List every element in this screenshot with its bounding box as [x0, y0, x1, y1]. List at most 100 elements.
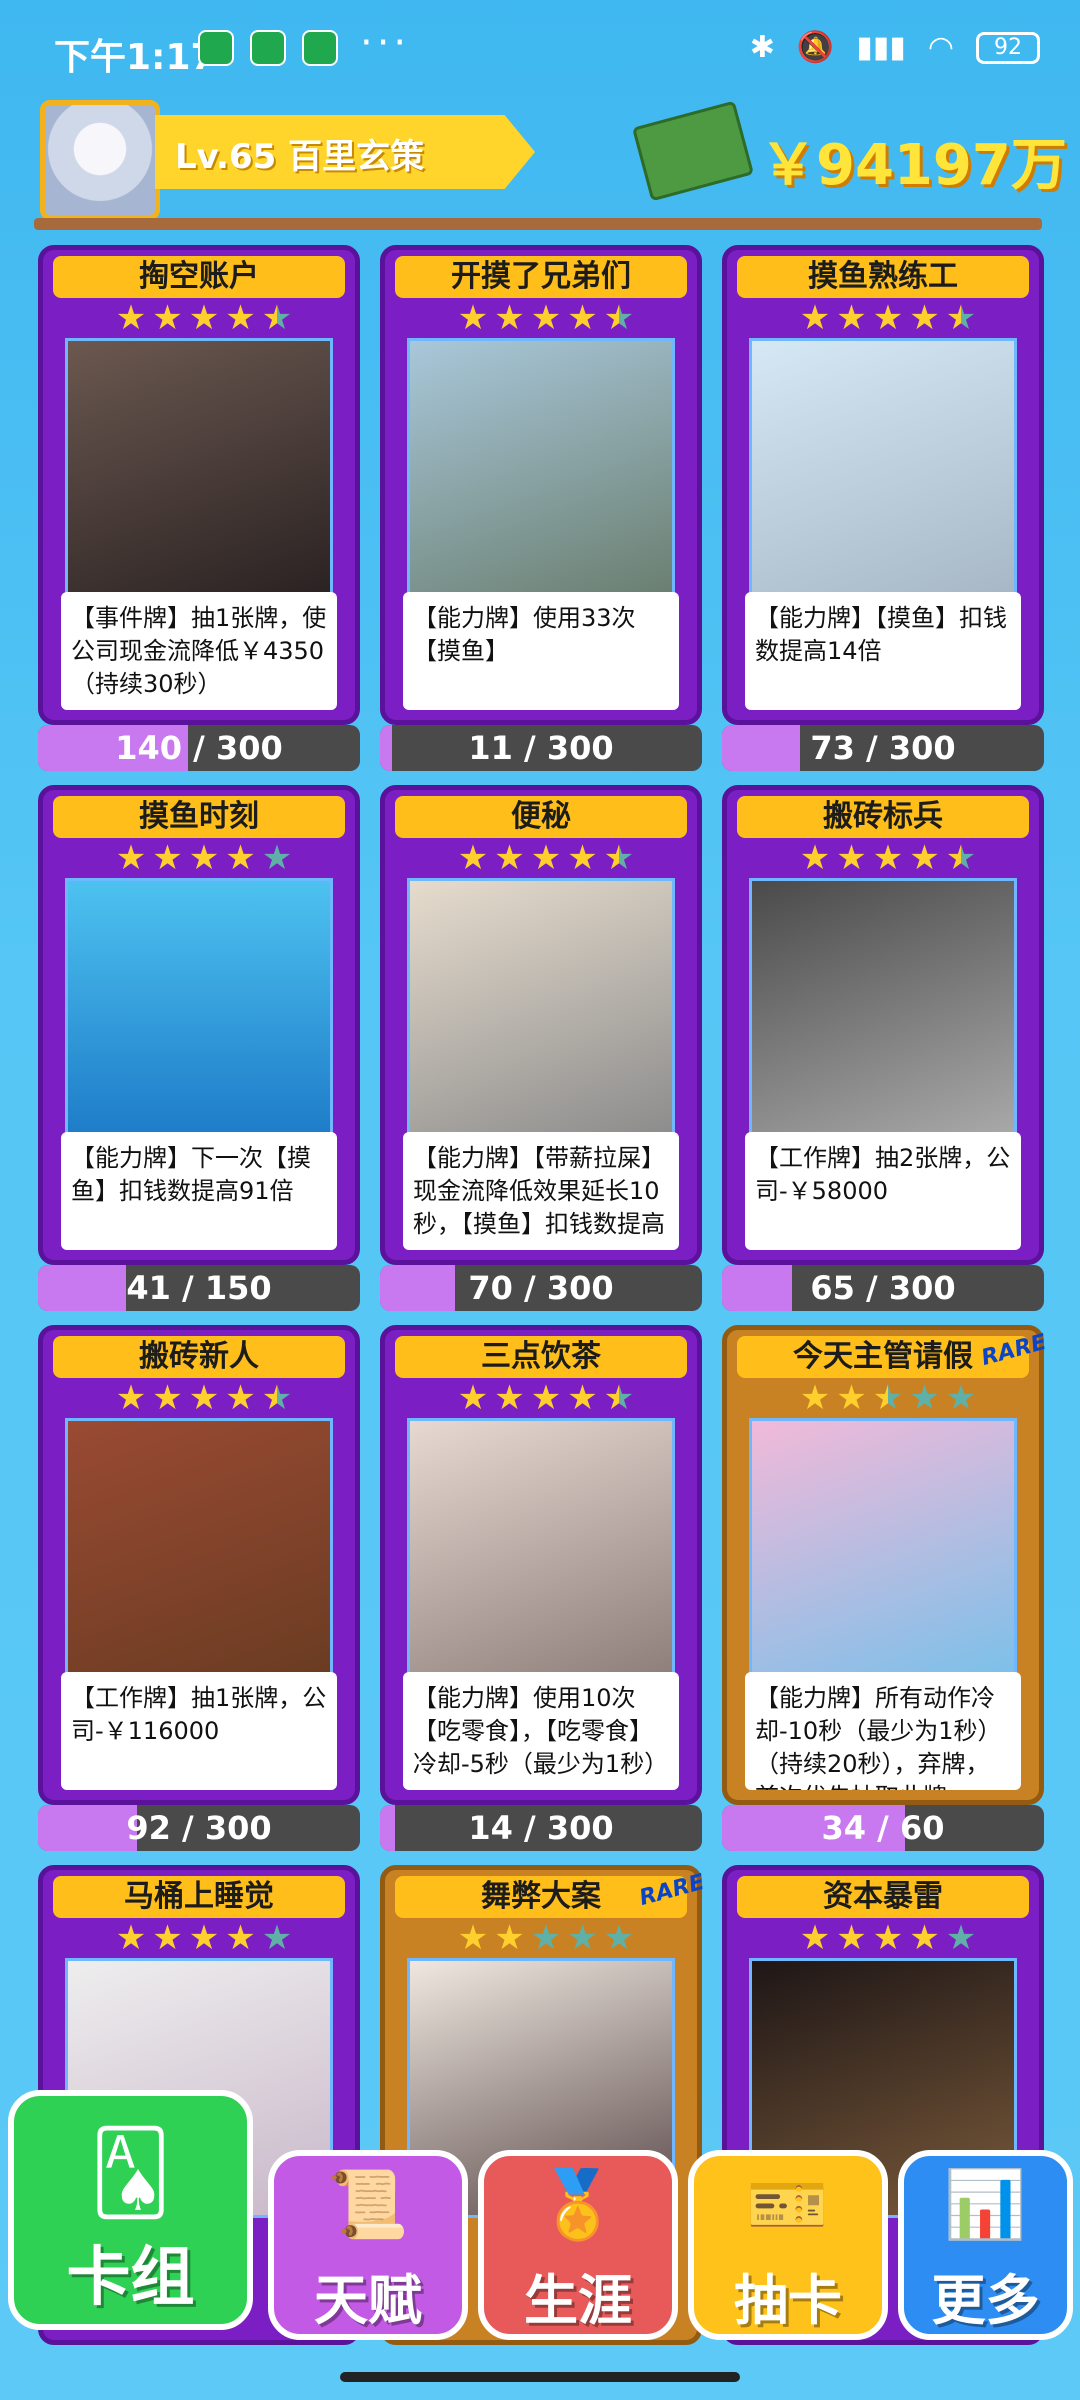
star-icon: ★: [225, 1918, 256, 1958]
nav-draw-button[interactable]: 🎫 抽卡: [688, 2150, 888, 2340]
battery-icon: 92: [976, 31, 1040, 64]
signal-icon: ▮▮▮: [856, 30, 906, 65]
star-icon: ★: [603, 1378, 635, 1418]
progress-text: 73 / 300: [810, 729, 956, 767]
card-description: 【能力牌】所有动作冷却-10秒（最少为1秒）（持续20秒），弃牌，首次优先抽取此…: [745, 1672, 1021, 1790]
star-icon: ★: [261, 1378, 293, 1418]
shield-app-icon: [302, 30, 338, 66]
card-illustration: [65, 878, 333, 1138]
star-rating: ★ ★ ★ ★ ★: [79, 840, 329, 876]
card-illustration: [65, 1418, 333, 1678]
nav-deck-button[interactable]: 🂡 卡组: [8, 2090, 253, 2330]
player-header: Lv.65 百里玄策 ￥94197万: [0, 95, 1080, 235]
player-name: Lv.65 百里玄策: [175, 137, 425, 177]
card-description: 【能力牌】使用33次【摸鱼】: [403, 592, 679, 710]
star-icon: ★: [115, 298, 147, 338]
star-rating: ★ ★ ★ ★ ★: [763, 840, 1013, 876]
star-icon: ★: [799, 298, 831, 338]
status-time: 下午1:17: [54, 37, 216, 78]
star-icon: ★: [225, 298, 256, 338]
home-indicator[interactable]: [340, 2372, 740, 2382]
star-icon: ★: [261, 1918, 293, 1958]
star-icon: ★: [457, 1378, 489, 1418]
card-description: 【能力牌】使用10次【吃零食】，【吃零食】冷却-5秒（最少为1秒）: [403, 1672, 679, 1790]
card-description: 【工作牌】抽1张牌，公司-￥116000: [61, 1672, 337, 1790]
star-rating: ★ ★ ★ ★ ★: [421, 300, 671, 336]
medal-icon: 🏅: [536, 2166, 620, 2243]
status-bar: 下午1:17 ··· ✱ 🔕 ▮▮▮ ◠ 92: [0, 0, 1080, 100]
star-icon: ★: [152, 298, 183, 338]
star-icon: ★: [872, 1918, 904, 1958]
card-6[interactable]: 搬砖标兵 ★ ★ ★ ★ ★ 【工作牌】抽2张牌，公司-￥58000: [722, 785, 1044, 1265]
card-2[interactable]: 开摸了兄弟们 ★ ★ ★ ★ ★ 【能力牌】使用33次【摸鱼】: [380, 245, 702, 725]
star-rating: ★ ★ ★ ★ ★: [79, 300, 329, 336]
card-illustration: [749, 878, 1017, 1138]
nav-career-button[interactable]: 🏅 生涯: [478, 2150, 678, 2340]
star-icon: ★: [530, 1918, 562, 1958]
nav-draw-label: 抽卡: [734, 2269, 842, 2332]
star-icon: ★: [152, 838, 183, 878]
money-bundle-icon: [631, 100, 755, 202]
star-icon: ★: [909, 1918, 940, 1958]
shield-app-icon: [198, 30, 234, 66]
card-description: 【能力牌】下一次【摸鱼】扣钱数提高91倍: [61, 1132, 337, 1250]
star-rating: ★ ★ ★ ★ ★: [421, 1920, 671, 1956]
card-progress-bar: 73 / 300: [722, 725, 1044, 771]
star-icon: ★: [909, 298, 940, 338]
star-icon: ★: [567, 298, 598, 338]
star-icon: ★: [494, 838, 525, 878]
card-5[interactable]: 便秘 ★ ★ ★ ★ ★ 【能力牌】【带薪拉屎】现金流降低效果延长10秒，【摸鱼】扣钱数提高: [380, 785, 702, 1265]
card-7[interactable]: 搬砖新人 ★ ★ ★ ★ ★ 【工作牌】抽1张牌，公司-￥116000: [38, 1325, 360, 1805]
card-progress-bar: 11 / 300: [380, 725, 702, 771]
progress-text: 11 / 300: [468, 729, 614, 767]
bottom-nav: 🂡 卡组 📜 天赋 🏅 生涯 🎫 抽卡 📊 更多: [0, 2090, 1080, 2370]
star-icon: ★: [115, 1378, 147, 1418]
star-icon: ★: [261, 838, 293, 878]
card-1[interactable]: 掏空账户 ★ ★ ★ ★ ★ 【事件牌】抽1张牌，使公司现金流降低￥4350（持续30秒）: [38, 245, 360, 725]
card-9[interactable]: 今天主管请假 RARE ★ ★ ★ ★ ★ 【能力牌】所有动作冷却-10秒（最少为1秒）（持续…: [722, 1325, 1049, 1805]
star-icon: ★: [909, 1378, 940, 1418]
star-icon: ★: [188, 1918, 220, 1958]
card-progress-bar: 70 / 300: [380, 1265, 702, 1311]
progress-text: 92 / 300: [126, 1809, 272, 1847]
star-icon: ★: [836, 1918, 867, 1958]
progress-text: 14 / 300: [468, 1809, 614, 1847]
avatar[interactable]: [40, 100, 160, 220]
card-progress-bar: 14 / 300: [380, 1805, 702, 1851]
card-4[interactable]: 摸鱼时刻 ★ ★ ★ ★ ★ 【能力牌】下一次【摸鱼】扣钱数提高91倍: [38, 785, 360, 1265]
star-icon: ★: [494, 1378, 525, 1418]
star-icon: ★: [567, 838, 598, 878]
card-illustration: [407, 338, 675, 598]
progress-text: 140 / 300: [115, 729, 283, 767]
card-title: 摸鱼熟练工: [737, 256, 1029, 298]
scroll-icon: 📜: [326, 2166, 410, 2243]
card-title: 掏空账户: [53, 256, 345, 298]
star-icon: ★: [152, 1918, 183, 1958]
card-description: 【事件牌】抽1张牌，使公司现金流降低￥4350（持续30秒）: [61, 592, 337, 710]
progress-text: 65 / 300: [810, 1269, 956, 1307]
card-title: 资本暴雷: [737, 1876, 1029, 1918]
nav-talent-button[interactable]: 📜 天赋: [268, 2150, 468, 2340]
star-icon: ★: [603, 838, 635, 878]
star-icon: ★: [188, 298, 220, 338]
player-name-banner: Lv.65 百里玄策: [155, 115, 535, 189]
card-title: 马桶上睡觉: [53, 1876, 345, 1918]
nav-more-button[interactable]: 📊 更多: [898, 2150, 1073, 2340]
nav-deck-label: 卡组: [66, 2241, 195, 2315]
star-rating: ★ ★ ★ ★ ★: [763, 1920, 1013, 1956]
card-title: 三点饮茶: [395, 1336, 687, 1378]
star-rating: ★ ★ ★ ★ ★: [763, 1380, 1013, 1416]
card-illustration: [749, 1418, 1017, 1678]
star-icon: ★: [603, 298, 635, 338]
card-title: 开摸了兄弟们: [395, 256, 687, 298]
card-8[interactable]: 三点饮茶 ★ ★ ★ ★ ★ 【能力牌】使用10次【吃零食】，【吃零食】冷却-5秒（最少为1…: [380, 1325, 702, 1805]
star-icon: ★: [457, 838, 489, 878]
wifi-icon: ◠: [927, 30, 954, 65]
star-icon: ★: [945, 1918, 977, 1958]
card-3[interactable]: 摸鱼熟练工 ★ ★ ★ ★ ★ 【能力牌】【摸鱼】扣钱数提高14倍: [722, 245, 1044, 725]
star-icon: ★: [494, 298, 525, 338]
star-icon: ★: [530, 298, 562, 338]
cards-icon: 🂡: [89, 2126, 172, 2219]
header-divider: [34, 218, 1042, 230]
card-illustration: [407, 878, 675, 1138]
